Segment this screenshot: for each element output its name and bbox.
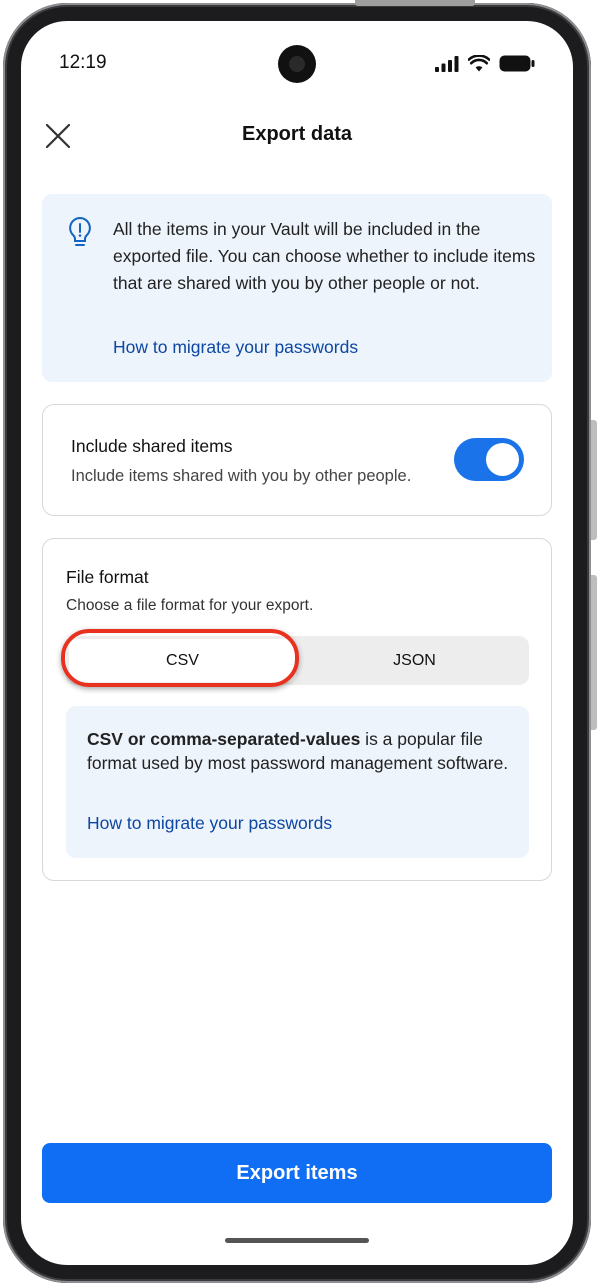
home-indicator[interactable] <box>225 1238 369 1243</box>
export-items-button[interactable]: Export items <box>42 1143 552 1203</box>
format-option-json[interactable]: JSON <box>302 639 527 682</box>
file-format-title: File format <box>66 567 149 587</box>
toggle-knob <box>486 443 519 476</box>
signal-icon <box>435 55 459 72</box>
format-info-text: CSV or comma-separated-values is a popul… <box>87 727 512 775</box>
shared-items-card: Include shared items Include items share… <box>42 404 552 516</box>
format-info-bold: CSV or comma-separated-values <box>87 729 361 749</box>
format-migrate-link[interactable]: How to migrate your passwords <box>87 813 332 834</box>
info-banner: All the items in your Vault will be incl… <box>42 194 552 382</box>
status-icons <box>435 55 535 72</box>
include-shared-toggle[interactable] <box>454 438 524 481</box>
lightbulb-icon <box>69 216 91 246</box>
shared-items-title: Include shared items <box>71 436 233 456</box>
app-screen: 12:19 Export data All the items in your … <box>21 21 573 1265</box>
migrate-passwords-link[interactable]: How to migrate your passwords <box>113 337 358 358</box>
csv-highlight-annotation <box>61 629 299 687</box>
file-format-card: File format Choose a file format for you… <box>42 538 552 881</box>
status-time: 12:19 <box>59 52 107 73</box>
page-title: Export data <box>241 123 353 145</box>
battery-icon <box>499 55 535 72</box>
shared-items-description: Include items shared with you by other p… <box>71 467 412 485</box>
info-banner-text: All the items in your Vault will be incl… <box>113 219 536 293</box>
file-format-description: Choose a file format for your export. <box>66 597 314 614</box>
phone-power-button <box>591 575 597 730</box>
phone-volume-button <box>591 420 597 540</box>
front-camera <box>278 45 316 83</box>
wifi-icon <box>468 55 490 72</box>
phone-top-button <box>355 0 475 6</box>
format-info-box: CSV or comma-separated-values is a popul… <box>66 706 529 858</box>
